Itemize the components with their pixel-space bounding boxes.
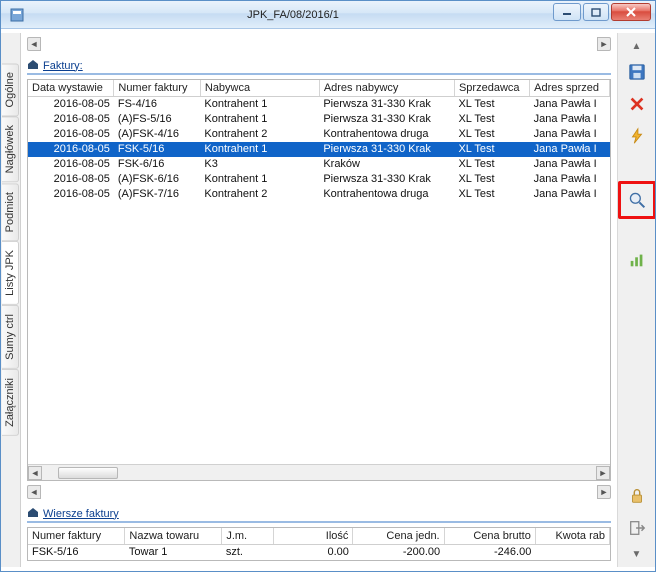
scroll-left-button[interactable]: ◄: [27, 37, 41, 51]
table-row[interactable]: 2016-08-05(A)FSK-7/16Kontrahent 2Kontrah…: [28, 187, 610, 202]
scroll-left-button-2[interactable]: ◄: [27, 485, 41, 499]
col-cena-jedn[interactable]: Cena jedn.: [353, 528, 444, 545]
vtab-sumy-ctrl[interactable]: Sumy ctrl: [2, 305, 19, 369]
scroll-right-button-2[interactable]: ►: [597, 485, 611, 499]
lightning-button[interactable]: [623, 123, 651, 149]
right-toolbar: ▲: [617, 33, 655, 567]
content: ◄ ► Faktury: Data wystawie Numer faktury…: [21, 33, 617, 567]
table-row[interactable]: 2016-08-05FSK-6/16K3KrakówXL TestJana Pa…: [28, 157, 610, 172]
vtab-zalaczniki[interactable]: Załączniki: [2, 369, 19, 436]
maximize-button[interactable]: [583, 3, 609, 21]
app-icon: [9, 7, 25, 23]
hscroll-left[interactable]: ◄: [28, 466, 42, 480]
delete-button[interactable]: [623, 91, 651, 117]
mid-scroll-strip: ◄ ►: [27, 485, 611, 499]
col-ilosc[interactable]: Ilość: [273, 528, 353, 545]
col-data-wystawienia[interactable]: Data wystawie: [28, 80, 114, 97]
magnifier-button[interactable]: [623, 186, 651, 214]
window-buttons: [553, 3, 651, 21]
top-scroll-strip: ◄ ►: [27, 37, 611, 51]
table-row[interactable]: 2016-08-05(A)FS-5/16Kontrahent 1Pierwsza…: [28, 112, 610, 127]
vtab-podmiot[interactable]: Podmiot: [2, 183, 19, 241]
body: Ogólne Nagłówek Podmiot Listy JPK Sumy c…: [1, 29, 655, 571]
vtab-ogolne[interactable]: Ogólne: [2, 63, 19, 116]
col-nazwa-towaru[interactable]: Nazwa towaru: [125, 528, 222, 545]
faktury-grid[interactable]: Data wystawie Numer faktury Nabywca Adre…: [27, 79, 611, 481]
col-adres-sprzedawcy[interactable]: Adres sprzed: [530, 80, 610, 97]
hscroll-right[interactable]: ►: [596, 466, 610, 480]
wiersze-grid[interactable]: Numer faktury Nazwa towaru J.m. Ilość Ce…: [27, 527, 611, 561]
vtab-naglowek[interactable]: Nagłówek: [2, 116, 19, 182]
close-button[interactable]: [611, 3, 651, 21]
wiersze-header: Wiersze faktury: [27, 505, 611, 523]
app-window: JPK_FA/08/2016/1 Ogólne Nagłówek Podmiot…: [0, 0, 656, 572]
col-cena-brutto[interactable]: Cena brutto: [444, 528, 535, 545]
faktury-label: Faktury:: [43, 60, 83, 72]
table-row[interactable]: FSK-5/16Towar 1szt.0.00-200.00-246.00: [28, 545, 610, 561]
table-row[interactable]: 2016-08-05FS-4/16Kontrahent 1Pierwsza 31…: [28, 97, 610, 113]
hscroll-thumb[interactable]: [58, 467, 118, 479]
vertical-tabs: Ogólne Nagłówek Podmiot Listy JPK Sumy c…: [1, 33, 21, 567]
lock-button[interactable]: [623, 483, 651, 509]
faktury-header: Faktury:: [27, 57, 611, 75]
table-row[interactable]: 2016-08-05(A)FSK-4/16Kontrahent 2Kontrah…: [28, 127, 610, 142]
col-kwota-rab[interactable]: Kwota rab: [535, 528, 609, 545]
faktury-header-row[interactable]: Data wystawie Numer faktury Nabywca Adre…: [28, 80, 610, 97]
table-row[interactable]: 2016-08-05(A)FSK-6/16Kontrahent 1Pierwsz…: [28, 172, 610, 187]
titlebar: JPK_FA/08/2016/1: [1, 1, 655, 29]
col-sprzedawca[interactable]: Sprzedawca: [454, 80, 529, 97]
wiersze-label: Wiersze faktury: [43, 508, 119, 520]
scroll-right-button[interactable]: ►: [597, 37, 611, 51]
col-nabywca[interactable]: Nabywca: [200, 80, 319, 97]
vtab-listy-jpk[interactable]: Listy JPK: [2, 241, 19, 305]
save-button[interactable]: [623, 59, 651, 85]
window-title: JPK_FA/08/2016/1: [31, 9, 555, 21]
chevron-up-icon[interactable]: ▲: [628, 39, 646, 53]
grid-empty: [28, 202, 610, 464]
col-adres-nabywcy[interactable]: Adres nabywcy: [319, 80, 454, 97]
house-icon: [27, 59, 39, 72]
col-numer-faktury[interactable]: Numer faktury: [114, 80, 201, 97]
magnifier-highlight: [618, 181, 656, 219]
house-icon: [27, 507, 39, 520]
col-numer-faktury-w[interactable]: Numer faktury: [28, 528, 125, 545]
wiersze-header-row[interactable]: Numer faktury Nazwa towaru J.m. Ilość Ce…: [28, 528, 610, 545]
minimize-button[interactable]: [553, 3, 581, 21]
table-row[interactable]: 2016-08-05FSK-5/16Kontrahent 1Pierwsza 3…: [28, 142, 610, 157]
faktury-hscroll[interactable]: ◄ ►: [28, 464, 610, 480]
chevron-down-icon[interactable]: ▼: [628, 547, 646, 561]
chart-button[interactable]: [623, 247, 651, 273]
exit-button[interactable]: [623, 515, 651, 541]
col-jm[interactable]: J.m.: [222, 528, 273, 545]
